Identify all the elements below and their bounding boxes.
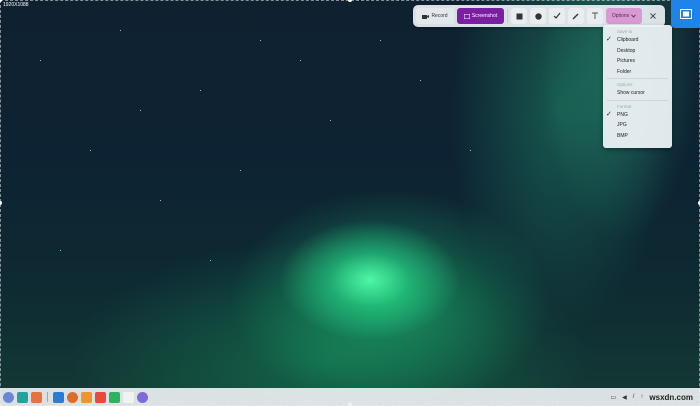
menu-item-jpg[interactable]: JPG — [603, 120, 672, 131]
selection-area[interactable] — [0, 0, 700, 406]
capture-confirm-button[interactable] — [671, 0, 700, 28]
record-label: Record — [431, 13, 448, 19]
calendar-icon[interactable] — [95, 391, 106, 403]
rectangle-icon — [516, 13, 522, 19]
app-store-icon[interactable] — [31, 391, 42, 403]
options-menu: Save to ✓ Clipboard Desktop Pictures Fold… — [603, 25, 672, 148]
ellipse-tool-button[interactable] — [530, 8, 546, 24]
check-icon: ✓ — [606, 110, 612, 118]
format-header: Format — [617, 103, 632, 109]
menu-item-bmp[interactable]: BMP — [603, 131, 672, 142]
screenshot-button[interactable]: Screenshot — [457, 8, 504, 24]
menu-item-clipboard[interactable]: ✓ Clipboard — [603, 35, 672, 46]
screen-icon[interactable]: ▭ — [610, 394, 616, 401]
ellipse-icon — [534, 12, 542, 20]
launcher-icon[interactable] — [3, 391, 14, 403]
volume-icon[interactable]: ◀ — [622, 394, 627, 401]
record-button[interactable]: Record — [416, 8, 454, 24]
options-label: Options — [611, 13, 630, 19]
save-to-header: Save to — [617, 29, 633, 34]
menu-item-pictures[interactable]: Pictures — [603, 56, 672, 67]
screenshot-toolbar: Record Screenshot Options — [413, 5, 665, 27]
menu-divider — [607, 99, 668, 101]
menu-divider — [607, 78, 668, 79]
pen-icon — [572, 13, 579, 20]
menu-item-folder[interactable]: Folder — [603, 67, 672, 78]
taskbar-divider — [47, 392, 48, 402]
record-icon — [422, 14, 430, 19]
menu-item-show-cursor[interactable]: Show cursor — [603, 88, 672, 99]
rectangle-tool-button[interactable] — [511, 8, 527, 24]
multitask-icon[interactable] — [17, 391, 28, 403]
menu-item-desktop[interactable]: Desktop — [603, 46, 672, 57]
pen-tool-button[interactable] — [568, 8, 584, 24]
toolbar-divider — [507, 9, 508, 23]
system-tray: ▭ ◀ / ↑ wsxdn.com — [610, 393, 697, 402]
selection-size-label: 1920X1088 — [3, 2, 29, 8]
menu-item-png[interactable]: ✓ PNG — [603, 110, 672, 121]
options-dropdown-button[interactable]: Options — [606, 8, 642, 24]
chat-icon[interactable] — [109, 391, 120, 403]
watermark-text: wsxdn.com — [649, 392, 693, 402]
network-icon[interactable]: ↑ — [640, 394, 643, 400]
chevron-down-icon — [631, 14, 636, 18]
file-manager-icon[interactable] — [53, 391, 64, 403]
options-header: Options — [617, 82, 633, 87]
pen-tray-icon[interactable]: / — [633, 394, 635, 400]
close-button[interactable] — [645, 8, 661, 24]
screenshot-label: Screenshot — [471, 13, 498, 19]
system-icon[interactable] — [137, 391, 148, 403]
check-icon: ✓ — [606, 36, 612, 43]
text-tool-button[interactable] — [587, 8, 603, 24]
text-icon — [592, 12, 598, 19]
screenshot-capture-icon — [679, 9, 692, 19]
music-icon[interactable] — [81, 391, 92, 403]
line-tool-button[interactable] — [549, 8, 565, 24]
taskbar: ▭ ◀ / ↑ wsxdn.com — [0, 388, 700, 406]
browser-icon[interactable] — [67, 391, 78, 403]
close-icon — [650, 13, 656, 19]
check-mark-icon — [553, 12, 561, 19]
notes-icon[interactable] — [123, 391, 134, 403]
screenshot-icon — [463, 13, 470, 19]
